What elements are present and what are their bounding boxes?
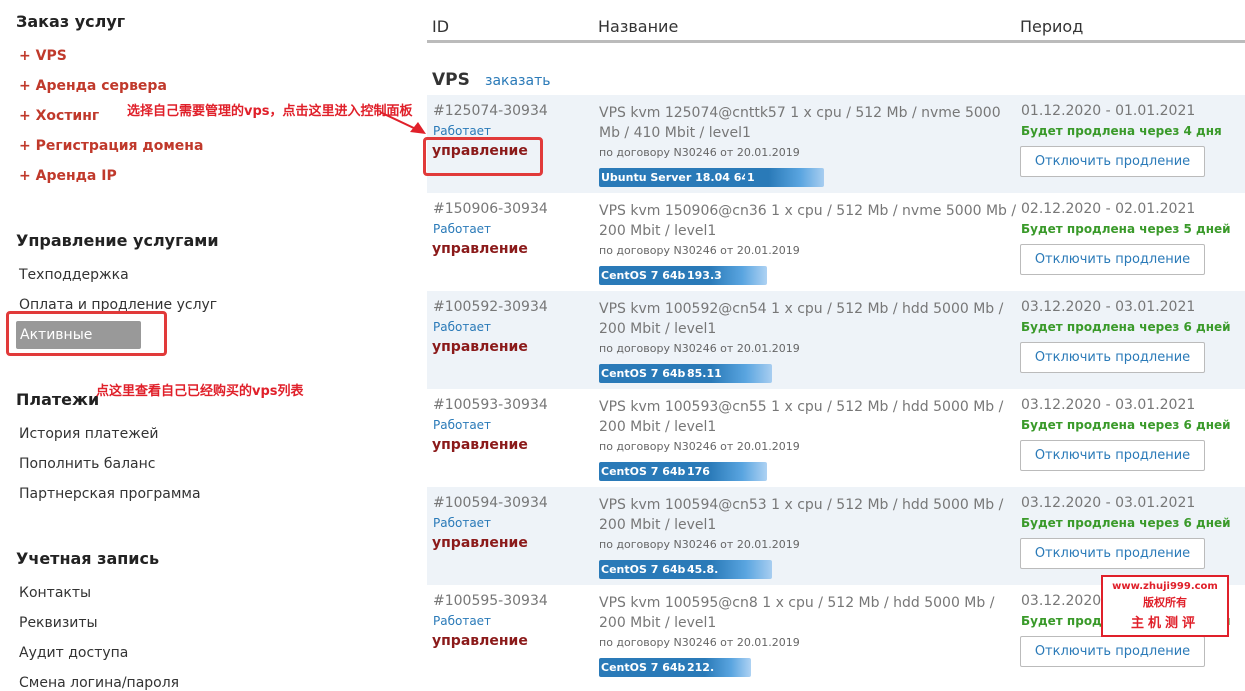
disable-renewal-button[interactable]: Отключить продление xyxy=(1020,538,1205,569)
header-divider xyxy=(427,40,1245,43)
os-badge: CentOS 7 64bit xyxy=(599,364,697,383)
disable-renewal-button[interactable]: Отключить продление xyxy=(1020,342,1205,373)
status-badge: Работает xyxy=(433,516,492,530)
renew-note: Будет продлена через 6 дней xyxy=(1021,418,1231,432)
order-vps-inline-link[interactable]: заказать xyxy=(485,73,551,89)
contract-text: по договору N30246 от 20.01.2019 xyxy=(599,342,800,355)
status-badge: Работает xyxy=(433,614,492,628)
status-badge: Работает xyxy=(433,320,492,334)
period-text: 01.12.2020 - 01.01.2021 xyxy=(1021,103,1196,119)
arrow-icon xyxy=(380,111,426,134)
sidebar-item-requisites[interactable]: Реквизиты xyxy=(19,615,98,631)
contract-text: по договору N30246 от 20.01.2019 xyxy=(599,440,800,453)
ip-badge: 193.3 xyxy=(685,266,767,285)
service-id: #150906-30934 xyxy=(433,201,548,217)
ip-badge: 85.11 xyxy=(685,364,772,383)
status-badge: Работает xyxy=(433,418,492,432)
status-badge: Работает xyxy=(433,222,492,236)
service-id: #100594-30934 xyxy=(433,495,548,511)
account-section-title: Учетная запись xyxy=(16,549,160,568)
service-name: VPS kvm 100592@cn54 1 x cpu / 512 Mb / h… xyxy=(599,301,1004,337)
annotation-manage-note: 选择自己需要管理的vps，点击这里进入控制面板 xyxy=(127,100,413,119)
manage-link[interactable]: управление xyxy=(432,437,528,453)
os-badge: Ubuntu Server 18.04 64bit xyxy=(599,168,768,187)
disable-renewal-button[interactable]: Отключить продление xyxy=(1020,440,1205,471)
order-section-title: Заказ услуг xyxy=(16,12,126,31)
highlight-box-active-services xyxy=(6,311,167,356)
renew-note: Будет продлена через 6 дней xyxy=(1021,516,1231,530)
os-badge: CentOS 7 64bit xyxy=(599,560,697,579)
os-badge: CentOS 7 64bit xyxy=(599,658,697,677)
stamp-brand: 主机测评 xyxy=(1130,616,1199,631)
ip-badge: 176 xyxy=(685,462,767,481)
watermark-stamp: www.zhuji999.com 版权所有 主机测评 xyxy=(1101,575,1229,637)
manage-link[interactable]: управление xyxy=(432,339,528,355)
service-name: VPS kvm 125074@cnttk57 1 x cpu / 512 Mb … xyxy=(599,105,1001,141)
contract-text: по договору N30246 от 20.01.2019 xyxy=(599,244,800,257)
contract-text: по договору N30246 от 20.01.2019 xyxy=(599,146,800,159)
annotation-list-note: 点这里查看自己已经购买的vps列表 xyxy=(96,384,304,399)
ip-badge: 212. xyxy=(685,658,751,677)
service-id: #125074-30934 xyxy=(433,103,548,119)
period-text: 03.12.2020 - 03.01.2021 xyxy=(1021,397,1196,413)
renew-note: Будет продлена через 5 дней xyxy=(1021,222,1231,236)
disable-renewal-button[interactable]: Отключить продление xyxy=(1020,146,1205,177)
contract-text: по договору N30246 от 20.01.2019 xyxy=(599,636,800,649)
manage-section-title: Управление услугами xyxy=(16,231,219,250)
os-badge: CentOS 7 64bit xyxy=(599,462,697,481)
vps-section-title: VPS xyxy=(432,70,470,90)
sidebar-item-partner[interactable]: Партнерская программа xyxy=(19,486,201,502)
manage-link[interactable]: управление xyxy=(432,633,528,649)
service-id: #100595-30934 xyxy=(433,593,548,609)
manage-link[interactable]: управление xyxy=(432,535,528,551)
manage-link[interactable]: управление xyxy=(432,241,528,257)
sidebar-item-payment-history[interactable]: История платежей xyxy=(19,426,159,442)
order-domain-link[interactable]: + Регистрация домена xyxy=(19,138,203,154)
disable-renewal-button[interactable]: Отключить продление xyxy=(1020,636,1205,667)
highlight-box-manage xyxy=(423,137,543,176)
service-id: #100593-30934 xyxy=(433,397,548,413)
column-header-name[interactable]: Название xyxy=(598,17,678,36)
table-row: #150906-30934 Работает управление VPS kv… xyxy=(427,193,1245,291)
sidebar-item-change-login[interactable]: Смена логина/пароля xyxy=(19,675,179,691)
service-name: VPS kvm 100593@cn55 1 x cpu / 512 Mb / h… xyxy=(599,399,1004,435)
period-text: 02.12.2020 - 02.01.2021 xyxy=(1021,201,1196,217)
period-text: 03.12.2020 - 03.01.2021 xyxy=(1021,495,1196,511)
order-server-link[interactable]: + Аренда сервера xyxy=(19,78,167,94)
stamp-url: www.zhuji999.com xyxy=(1112,581,1218,592)
service-name: VPS kvm 100594@cn53 1 x cpu / 512 Mb / h… xyxy=(599,497,1004,533)
table-row: #100592-30934 Работает управление VPS kv… xyxy=(427,291,1245,389)
period-text: 03.12.2020 - 03.01.2021 xyxy=(1021,299,1196,315)
table-row: #100594-30934 Работает управление VPS kv… xyxy=(427,487,1245,585)
sidebar-item-access-audit[interactable]: Аудит доступа xyxy=(19,645,128,661)
column-header-id[interactable]: ID xyxy=(432,17,449,36)
service-name: VPS kvm 100595@cn8 1 x cpu / 512 Mb / hd… xyxy=(599,595,995,631)
ip-badge: 1 xyxy=(745,168,824,187)
service-id: #100592-30934 xyxy=(433,299,548,315)
renew-note: Будет продлена через 6 дней xyxy=(1021,320,1231,334)
column-header-period[interactable]: Период xyxy=(1020,17,1083,36)
stamp-copyright: 版权所有 xyxy=(1143,596,1187,609)
table-row: #100593-30934 Работает управление VPS kv… xyxy=(427,389,1245,487)
disable-renewal-button[interactable]: Отключить продление xyxy=(1020,244,1205,275)
order-vps-link[interactable]: + VPS xyxy=(19,48,67,64)
status-badge: Работает xyxy=(433,124,492,138)
sidebar-item-support[interactable]: Техподдержка xyxy=(19,267,129,283)
table-row: #125074-30934 Работает управление VPS kv… xyxy=(427,95,1245,193)
service-name: VPS kvm 150906@cn36 1 x cpu / 512 Mb / n… xyxy=(599,203,1017,239)
order-hosting-link[interactable]: + Хостинг xyxy=(19,108,99,124)
payments-section-title: Платежи xyxy=(16,390,100,409)
ip-badge: 45.8. xyxy=(685,560,772,579)
contract-text: по договору N30246 от 20.01.2019 xyxy=(599,538,800,551)
order-ip-link[interactable]: + Аренда IP xyxy=(19,168,117,184)
sidebar-item-top-up[interactable]: Пополнить баланс xyxy=(19,456,155,472)
sidebar-item-contacts[interactable]: Контакты xyxy=(19,585,91,601)
renew-note: Будет продлена через 4 дня xyxy=(1021,124,1222,138)
os-badge: CentOS 7 64bit xyxy=(599,266,697,285)
